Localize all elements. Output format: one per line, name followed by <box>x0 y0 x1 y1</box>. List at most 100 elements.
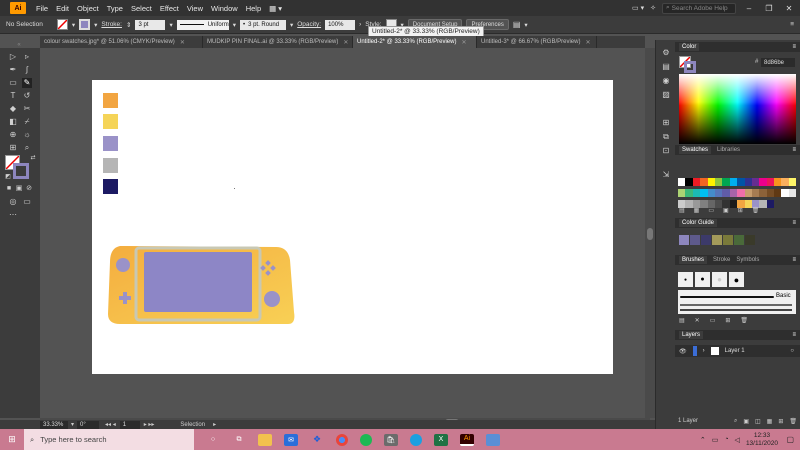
swatch-chip[interactable] <box>759 178 767 186</box>
color-guide-chip[interactable] <box>734 235 744 245</box>
menu-object[interactable]: Object <box>73 4 103 13</box>
basic-brush-stroke[interactable] <box>680 296 774 298</box>
dropbox-icon[interactable]: ❖ <box>310 434 324 446</box>
tab-untitled-2[interactable]: Untitled-2* @ 33.33% (RGB/Preview) ✕ <box>353 36 477 48</box>
swatch-chip[interactable] <box>692 178 701 186</box>
swatch-orange[interactable] <box>103 93 118 108</box>
eye-icon[interactable]: 👁 <box>679 348 687 355</box>
color-spectrum[interactable] <box>679 74 796 144</box>
locate-object-icon[interactable]: ▣ <box>743 418 749 425</box>
color-guide-chip[interactable] <box>712 235 722 245</box>
color-guide-chip[interactable] <box>690 235 700 245</box>
swatch-chip[interactable] <box>685 178 693 186</box>
swap-fill-stroke-icon[interactable]: ⇄ <box>28 153 38 163</box>
selection-tool-icon[interactable]: ▷ <box>8 52 18 62</box>
battery-icon[interactable]: ▭ <box>712 436 719 444</box>
swatch-yellow[interactable] <box>103 114 118 129</box>
tab-colour-swatches[interactable]: colour swatches.jpg* @ 51.06% (CMYK/Prev… <box>40 36 203 48</box>
hex-color-input[interactable]: 8d86be <box>761 58 795 67</box>
menu-view[interactable]: View <box>183 4 207 13</box>
brush-library-icon[interactable]: ▤ <box>679 317 685 325</box>
properties-icon[interactable]: ⚙ <box>661 48 671 58</box>
artboard-number-input[interactable]: 1 <box>119 420 140 429</box>
swatch-chip[interactable] <box>700 189 708 197</box>
swatch-chip[interactable] <box>729 189 738 197</box>
swatch-options-icon[interactable]: ▭ <box>708 207 714 215</box>
close-button[interactable]: ✕ <box>782 4 796 13</box>
swatch-chip[interactable] <box>766 178 775 186</box>
swatch-grey[interactable] <box>103 158 118 173</box>
vertical-scrollbar[interactable] <box>645 48 655 418</box>
gradient-mode-icon[interactable]: ▣ <box>14 184 24 194</box>
swatch-chip[interactable] <box>788 189 797 197</box>
excel-icon[interactable]: X <box>434 433 448 446</box>
appearance-icon[interactable]: ◉ <box>661 76 671 86</box>
swatch-chip[interactable] <box>774 189 782 197</box>
panel-menu-icon[interactable]: ≡ <box>792 44 796 50</box>
arrange-dropdown-icon[interactable]: ▾ <box>524 21 527 29</box>
swatch-chip[interactable] <box>744 178 752 186</box>
color-stroke-box[interactable] <box>684 61 696 73</box>
notifications-icon[interactable]: ▢ <box>786 435 794 444</box>
stroke-weight-input[interactable]: 3 pt <box>135 19 166 30</box>
swatch-chip[interactable] <box>751 178 760 186</box>
artboard-tool-icon[interactable]: ⊞ <box>8 143 18 153</box>
lightbulb-icon[interactable]: ✧ <box>650 4 656 12</box>
stroke-dropdown-icon[interactable]: ▾ <box>94 21 97 29</box>
shape-builder-tool-icon[interactable]: ⊕ <box>8 130 18 140</box>
delete-brush-icon[interactable]: 🗑 <box>740 317 748 325</box>
swatch-chip[interactable] <box>781 178 789 186</box>
delete-layer-icon[interactable]: 🗑 <box>789 418 797 425</box>
swatch-chip[interactable] <box>737 189 745 197</box>
color-guide-chip[interactable] <box>745 235 755 245</box>
tab-untitled-3[interactable]: Untitled-3* @ 66.67% (RGB/Preview) ✕ <box>477 36 597 48</box>
swatch-chip[interactable] <box>744 189 752 197</box>
new-sublayer-icon[interactable]: ▦ <box>767 418 773 425</box>
brush-stroke[interactable] <box>680 304 792 306</box>
panel-collapse-icon[interactable]: « <box>14 40 24 50</box>
swatch-chip[interactable] <box>722 189 730 197</box>
new-brush-icon[interactable]: ⊞ <box>725 317 730 325</box>
make-clipping-mask-icon[interactable]: ◫ <box>755 418 761 425</box>
zoom-tool-icon[interactable]: ⌕ <box>22 143 32 153</box>
opacity-input[interactable]: 100% <box>325 19 356 30</box>
pathfinder-icon[interactable]: ⧉ <box>661 132 671 142</box>
brush-preset[interactable]: ● <box>695 272 710 287</box>
transform-icon[interactable]: ⊡ <box>661 146 671 156</box>
puppet-warp-tool-icon[interactable]: ☼ <box>22 130 32 140</box>
panel-menu-icon[interactable]: ≡ <box>792 257 796 263</box>
menu-edit[interactable]: Edit <box>52 4 73 13</box>
swatch-navy[interactable] <box>103 179 118 194</box>
panel-menu-icon[interactable]: ≡ <box>792 147 796 153</box>
libraries-icon[interactable]: ▤ <box>661 62 671 72</box>
eraser-tool-icon[interactable]: ◆ <box>8 104 18 114</box>
opacity-dropdown-icon[interactable]: › <box>359 21 361 28</box>
menu-select[interactable]: Select <box>127 4 156 13</box>
target-icon[interactable]: ○ <box>790 348 794 354</box>
workspace-switcher-icon[interactable]: ▭ ▾ <box>632 4 644 12</box>
brush-presets[interactable]: ● ● ● ● <box>678 272 744 287</box>
panel-menu-icon[interactable]: ≡ <box>792 220 796 226</box>
eyedropper-tool-icon[interactable]: ⌿ <box>22 117 32 127</box>
library-icon[interactable]: ▤ <box>679 207 685 215</box>
close-tab-icon[interactable]: ✕ <box>343 39 348 46</box>
swatch-chip[interactable] <box>685 189 693 197</box>
mail-icon[interactable]: ✉ <box>284 433 298 446</box>
color-guide-chip[interactable] <box>679 235 689 245</box>
tab-mudkip-pin-final[interactable]: MUDKIP PIN FINAL.ai @ 33.33% (RGB/Previe… <box>203 36 353 48</box>
new-group-icon[interactable]: ▣ <box>723 207 729 215</box>
curvature-tool-icon[interactable]: ∫ <box>22 65 32 75</box>
stroke-label[interactable]: Stroke: <box>101 21 122 28</box>
vertical-scroll-thumb[interactable] <box>647 228 653 240</box>
illustrator-taskbar-icon[interactable]: Ai <box>460 433 474 446</box>
new-layer-icon[interactable]: ⊞ <box>778 418 783 425</box>
layer-row[interactable]: 👁 › Layer 1 ○ <box>675 345 800 357</box>
color-guide-chip[interactable] <box>723 235 733 245</box>
menu-window[interactable]: Window <box>207 4 242 13</box>
brush-stroke-list[interactable]: Basic <box>678 290 796 314</box>
status-menu-icon[interactable]: ▸ <box>213 421 216 428</box>
volume-icon[interactable]: ◁ <box>735 436 740 444</box>
menu-help[interactable]: Help <box>242 4 265 13</box>
artboard-prev-icon[interactable]: ◂◂ ◂ <box>105 421 116 428</box>
delete-swatch-icon[interactable]: 🗑 <box>752 207 760 215</box>
